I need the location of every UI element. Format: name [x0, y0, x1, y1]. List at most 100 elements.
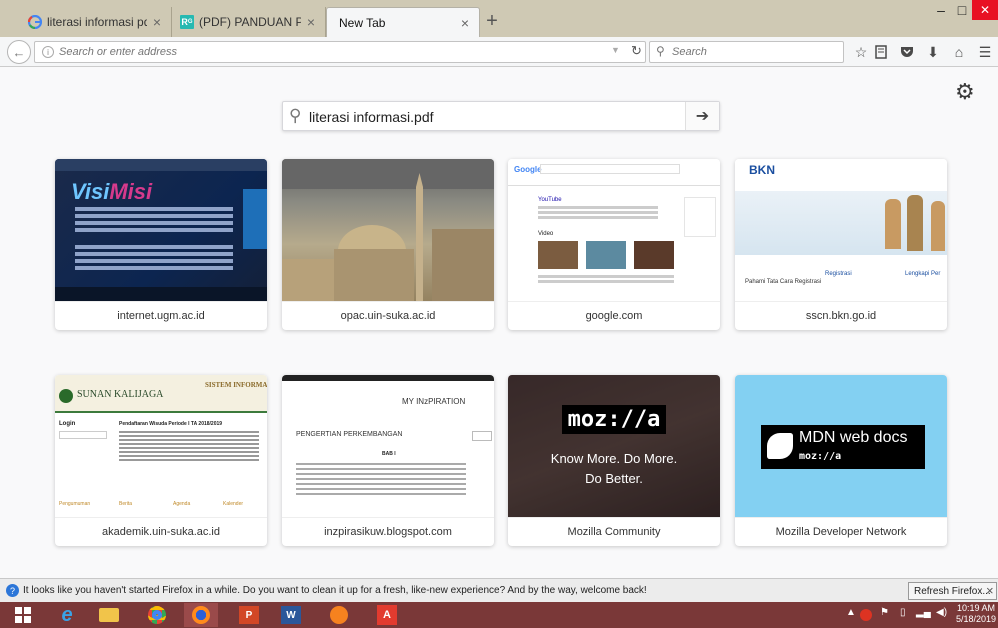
topsite-tile[interactable]: VisiMisi internet.ugm.ac.id — [55, 159, 267, 330]
topsite-tile[interactable]: MY INzPIRATION PENGERTIAN PERKEMBANGAN B… — [282, 375, 494, 546]
post-lines — [296, 463, 466, 465]
newtab-search-input[interactable] — [309, 107, 669, 127]
file-explorer-icon[interactable] — [92, 603, 126, 627]
knowledge-panel — [684, 197, 716, 237]
close-icon[interactable]: × — [986, 583, 994, 598]
mdn-title: MDN web docs — [799, 429, 908, 446]
sidebar-box — [472, 431, 492, 441]
info-icon[interactable]: i — [42, 46, 54, 58]
notification-text: It looks like you haven't started Firefo… — [23, 585, 647, 596]
address-bar[interactable]: i ▼ ↻ — [34, 41, 646, 63]
word-box: W — [281, 606, 301, 624]
registrasi-caption: Pahami Tata Cara Registrasi — [745, 279, 822, 285]
overlay — [508, 375, 720, 517]
window-close-button[interactable]: ✕ — [972, 0, 998, 20]
header-right-text: SISTEM INFORMAS — [205, 381, 267, 389]
uin-logo — [59, 389, 73, 403]
topsite-tile[interactable]: moz://a Know More. Do More. Do Better. M… — [508, 375, 720, 546]
pdf-box: A — [377, 605, 397, 625]
tab-close-icon[interactable]: × — [461, 15, 469, 31]
tile-label: sscn.bkn.go.id — [735, 301, 947, 330]
search-bar[interactable]: ⚲ — [649, 41, 844, 63]
result-title: YouTube — [538, 197, 562, 203]
firefox-icon[interactable] — [184, 603, 218, 627]
folder-shape — [99, 608, 119, 622]
mozilla-logo: moz://a — [561, 405, 667, 434]
topsite-tile[interactable]: SUNAN KALIJAGA SISTEM INFORMAS Login Pen… — [55, 375, 267, 546]
reading-list-icon[interactable] — [872, 43, 890, 61]
pocket-icon[interactable] — [898, 43, 916, 61]
video-thumb — [538, 241, 578, 269]
newtab-search-box[interactable]: ⚲ ➔ — [282, 101, 720, 131]
windows-start-icon[interactable] — [6, 603, 40, 627]
download-icon[interactable]: ⬇ — [924, 43, 942, 61]
search-input[interactable] — [672, 44, 837, 60]
nav-registrasi: Registrasi — [825, 271, 852, 277]
app-icon[interactable] — [322, 603, 356, 627]
system-clock[interactable]: 10:19 AM 5/18/2019 — [956, 603, 996, 625]
topsite-tile[interactable]: opac.uin-suka.ac.id — [282, 159, 494, 330]
announcement-title: Pendaftaran Wisuda Periode I TA 2018/201… — [119, 421, 223, 427]
tab-new-tab[interactable]: New Tab × — [326, 7, 480, 37]
tagline-2: Do Better. — [585, 471, 643, 486]
search-go-button[interactable]: ➔ — [685, 102, 719, 130]
tab-close-icon[interactable]: × — [153, 14, 161, 30]
flag-icon[interactable]: ⚑ — [880, 607, 889, 618]
refresh-firefox-button[interactable]: Refresh Firefox... — [908, 582, 997, 600]
topsite-tile[interactable]: Google YouTube Video google.com — [508, 159, 720, 330]
tile-thumbnail: MDN web docs moz://a — [735, 375, 947, 517]
tab-title: New Tab — [339, 15, 386, 30]
chrome-circle — [148, 606, 166, 624]
text-lines — [75, 207, 233, 211]
bookmark-star-icon[interactable]: ☆ — [852, 43, 870, 61]
tile-label: opac.uin-suka.ac.id — [282, 301, 494, 330]
tagline-1: Know More. Do More. — [550, 451, 678, 466]
bab-label: BAB I — [382, 451, 396, 457]
tile-thumbnail: moz://a Know More. Do More. Do Better. — [508, 375, 720, 517]
chrome-icon[interactable] — [140, 603, 174, 627]
tile-thumbnail: SUNAN KALIJAGA SISTEM INFORMAS Login Pen… — [55, 375, 267, 517]
tile-footer-bar — [55, 287, 267, 301]
powerpoint-icon[interactable]: P — [232, 603, 266, 627]
gear-icon[interactable]: ⚙ — [955, 79, 975, 105]
topsite-tile[interactable]: BKN Registrasi Lengkapi Per Pahami Tata … — [735, 159, 947, 330]
show-hidden-icons[interactable]: ▲ — [846, 607, 856, 618]
tile-thumbnail — [282, 159, 494, 301]
brand-text: SUNAN KALIJAGA — [77, 389, 164, 400]
acrobat-icon[interactable]: A — [370, 603, 404, 627]
minimize-button[interactable]: – — [930, 0, 952, 20]
login-field — [59, 431, 107, 439]
history-dropdown-icon[interactable]: ▼ — [611, 45, 620, 55]
new-tab-button[interactable]: + — [481, 10, 503, 32]
tile-thumbnail: MY INzPIRATION PENGERTIAN PERKEMBANGAN B… — [282, 375, 494, 517]
video-thumb — [634, 241, 674, 269]
home-icon[interactable]: ⌂ — [950, 43, 968, 61]
word-icon[interactable]: W — [274, 603, 308, 627]
tile-label: internet.ugm.ac.id — [55, 301, 267, 330]
internet-explorer-icon[interactable]: e — [50, 603, 84, 627]
blog-title: MY INzPIRATION — [402, 397, 466, 406]
tab-close-icon[interactable]: × — [307, 14, 315, 30]
new-tab-page: ⚙ ⚲ ➔ VisiMisi internet.ugm.ac.id — [0, 68, 998, 578]
tray-app-icon[interactable] — [860, 609, 872, 621]
volume-icon[interactable]: ◀) — [936, 607, 947, 618]
menu-icon[interactable]: ☰ — [976, 43, 994, 61]
battery-icon[interactable]: ▯ — [900, 607, 906, 618]
topsite-tile[interactable]: MDN web docs moz://a Mozilla Developer N… — [735, 375, 947, 546]
tab-google-search[interactable]: literasi informasi pdf - Pen... × — [20, 7, 172, 37]
result-lines — [538, 275, 674, 278]
mdn-box: MDN web docs moz://a — [761, 425, 925, 469]
col-berita: Berita — [119, 501, 133, 507]
tile-label: inzpirasikuw.blogspot.com — [282, 517, 494, 546]
network-icon[interactable]: ▂▄ — [916, 607, 931, 618]
researchgate-icon: RG — [180, 15, 194, 29]
reload-icon[interactable]: ↻ — [631, 43, 642, 59]
minaret — [416, 187, 423, 301]
tile-label: Mozilla Community — [508, 517, 720, 546]
tab-researchgate[interactable]: RG (PDF) PANDUAN PROGRA... × — [172, 7, 326, 37]
address-input[interactable] — [59, 44, 599, 60]
maximize-button[interactable]: □ — [952, 0, 972, 20]
ppt-box: P — [239, 606, 259, 624]
back-button[interactable]: ← — [7, 40, 31, 64]
search-icon: ⚲ — [289, 106, 302, 125]
